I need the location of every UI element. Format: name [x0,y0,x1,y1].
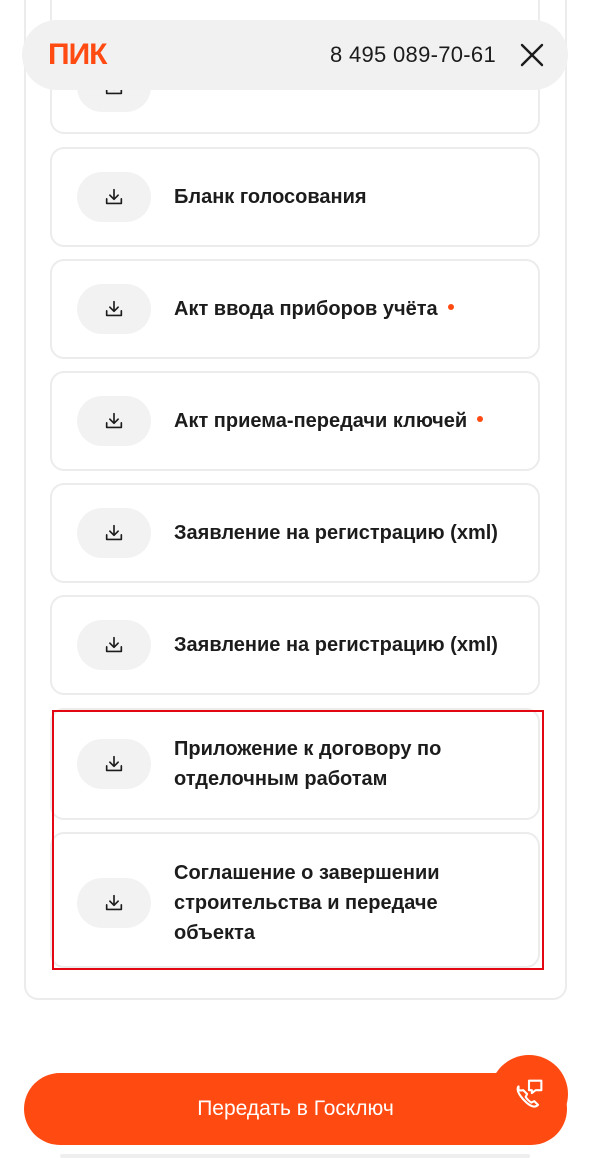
doc-label: Акт приема-передачи ключей [174,406,520,436]
doc-card[interactable]: Приложение к договору по отделочным рабо… [50,708,540,820]
doc-label: Приложение к договору по отделочным рабо… [174,738,442,790]
call-button[interactable] [490,1055,568,1133]
download-button[interactable] [77,396,151,446]
doc-label: Бланк голосования [174,186,367,208]
download-button[interactable] [77,284,151,334]
download-button[interactable] [77,620,151,670]
download-icon [105,524,123,541]
doc-label: Заявление на регистрацию (xml) [174,522,498,544]
doc-card[interactable]: Бланк голосования [50,147,540,247]
download-icon [105,755,123,772]
download-button[interactable] [77,878,151,928]
bottom-divider [60,1154,530,1158]
phone-link[interactable]: 8 495 089-70-61 [330,42,496,68]
doc-card[interactable]: Акт приема-передачи ключей [50,371,540,471]
transfer-button[interactable]: Передать в Госключ [24,1073,567,1145]
doc-label: Акт ввода приборов учёта [174,294,520,324]
download-icon [105,300,123,317]
doc-card[interactable]: Соглашение о завершении строительства и … [50,832,540,968]
logo[interactable]: ПИК [48,38,107,72]
close-icon[interactable] [518,41,546,69]
download-icon [105,188,123,205]
doc-card[interactable]: Заявление на регистрацию (xml) [50,483,540,583]
doc-card[interactable]: Акт ввода приборов учёта [50,259,540,359]
header: ПИК 8 495 089-70-61 [22,20,568,90]
download-icon [105,636,123,653]
required-dot [477,415,484,422]
download-button[interactable] [77,172,151,222]
download-button[interactable] [77,739,151,789]
transfer-button-label: Передать в Госключ [197,1097,394,1120]
doc-label: Соглашение о завершении строительства и … [174,862,440,944]
doc-label: Заявление на регистрацию (xml) [174,634,498,656]
doc-card[interactable]: Заявление на регистрацию (xml) [50,595,540,695]
required-dot [447,303,454,310]
download-button[interactable] [77,508,151,558]
download-icon [105,894,123,911]
header-actions: 8 495 089-70-61 [330,41,546,69]
phone-chat-icon [516,1079,543,1108]
download-icon [105,412,123,429]
